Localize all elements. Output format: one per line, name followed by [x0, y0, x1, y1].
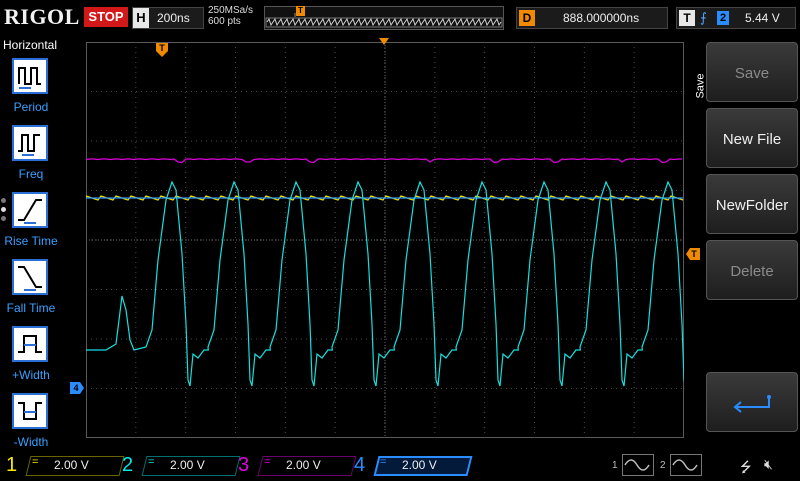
waveform-display[interactable] — [86, 42, 684, 438]
horizontal-label: H — [133, 8, 149, 28]
channel-4-offset-marker[interactable]: 4 — [69, 381, 85, 395]
trigger-source: 2 — [717, 11, 729, 25]
rising-edge-icon: ⨍ — [700, 10, 707, 25]
timebase-value: 200ns — [157, 11, 190, 25]
dc-coupling-icon: = — [380, 456, 387, 468]
delay-box[interactable]: D 888.000000ns — [516, 7, 668, 29]
trigger-level-marker[interactable]: T — [685, 247, 701, 261]
new-folder-button[interactable]: NewFolder — [706, 174, 798, 234]
generator-1-button[interactable]: 1 — [612, 454, 656, 476]
save-menu-title: Save — [694, 73, 707, 99]
measure-rise-time-button[interactable]: Rise Time — [0, 190, 62, 256]
sine-wave-icon — [622, 454, 654, 476]
channel-3-number: 3 — [238, 454, 250, 476]
save-menu: Save Save New File NewFolder Delete — [695, 36, 800, 450]
trigger-label: T — [679, 10, 695, 26]
channel-4-number: 4 — [354, 454, 366, 476]
trigger-position-marker: T — [296, 6, 305, 16]
new-file-label: New File — [722, 131, 782, 149]
channel-3-scale: 2.00 V — [286, 458, 321, 472]
sample-rate: 250MSa/s — [208, 5, 254, 16]
period-icon — [12, 58, 48, 94]
fall-time-icon — [12, 259, 48, 295]
neg-width-label: -Width — [13, 435, 49, 449]
horizontal-measure-menu: Horizontal Period Freq Rise Time Fall Ti… — [0, 36, 62, 450]
measure-neg-width-button[interactable]: -Width — [0, 391, 62, 457]
trigger-time-marker: T — [156, 43, 168, 57]
channel-3-trace — [86, 158, 682, 164]
horizontal-timebase-box[interactable]: H 200ns — [132, 7, 204, 29]
save-button[interactable]: Save — [706, 42, 798, 102]
dc-coupling-icon: = — [264, 456, 271, 468]
svg-text:4: 4 — [73, 383, 78, 393]
measure-fall-time-button[interactable]: Fall Time — [0, 257, 62, 323]
dc-coupling-icon: = — [148, 456, 155, 468]
delete-label: Delete — [730, 263, 774, 281]
rise-time-label: Rise Time — [4, 234, 58, 248]
generator-1-number: 1 — [612, 460, 618, 471]
channel-3-box[interactable]: 3 = 2.00 V — [238, 454, 357, 478]
run-stop-indicator[interactable]: STOP — [84, 7, 128, 27]
sine-wave-icon — [670, 454, 702, 476]
channel-1-number: 1 — [6, 454, 18, 476]
save-label: Save — [734, 65, 770, 83]
delay-value: 888.000000ns — [563, 11, 640, 25]
generator-2-button[interactable]: 2 — [660, 454, 704, 476]
channel-1-box[interactable]: 1 = 2.00 V — [6, 454, 125, 478]
center-time-marker — [379, 38, 389, 45]
svg-text:T: T — [159, 43, 165, 53]
measure-freq-button[interactable]: Freq — [0, 123, 62, 189]
new-folder-label: NewFolder — [715, 197, 789, 215]
channel-status-bar: 1 = 2.00 V 2 = 2.00 V 3 = 2.00 V 4 = 2.0… — [0, 450, 800, 480]
channel-2-number: 2 — [122, 454, 134, 476]
enter-button[interactable] — [706, 372, 798, 432]
delay-label: D — [519, 10, 535, 26]
positive-width-icon — [12, 326, 48, 362]
new-file-button[interactable]: New File — [706, 108, 798, 168]
channel-1-scale: 2.00 V — [54, 458, 89, 472]
top-status-bar: RIGOL STOP H 200ns 250MSa/s 600 pts T D … — [0, 0, 800, 36]
menu-title: Horizontal — [3, 38, 58, 52]
return-arrow-icon — [733, 395, 771, 413]
frequency-icon — [12, 125, 48, 161]
pos-width-label: +Width — [12, 368, 50, 382]
channel-2-box[interactable]: 2 = 2.00 V — [122, 454, 241, 478]
brand-logo: RIGOL — [4, 4, 80, 29]
svg-text:T: T — [691, 249, 697, 259]
rise-time-icon — [12, 192, 48, 228]
trigger-level: 5.44 V — [745, 11, 780, 25]
delete-button[interactable]: Delete — [706, 240, 798, 300]
channel-4-box[interactable]: 4 = 2.00 V — [354, 454, 473, 478]
measure-pos-width-button[interactable]: +Width — [0, 324, 62, 390]
speaker-muted-icon[interactable]: 🔇︎ — [764, 456, 773, 473]
dc-coupling-icon: = — [32, 456, 39, 468]
generator-2-number: 2 — [660, 460, 666, 471]
memory-depth: 600 pts — [208, 16, 241, 27]
negative-width-icon — [12, 393, 48, 429]
period-label: Period — [13, 100, 49, 114]
usb-icon: ⭍ — [740, 459, 752, 475]
channel-4-scale: 2.00 V — [402, 458, 437, 472]
trigger-box[interactable]: T ⨍ 2 5.44 V — [676, 7, 796, 29]
acquisition-info: 250MSa/s 600 pts — [208, 5, 253, 27]
channel-2-scale: 2.00 V — [170, 458, 205, 472]
freq-label: Freq — [18, 167, 44, 181]
fall-time-label: Fall Time — [6, 301, 56, 315]
measure-period-button[interactable]: Period — [0, 56, 62, 122]
